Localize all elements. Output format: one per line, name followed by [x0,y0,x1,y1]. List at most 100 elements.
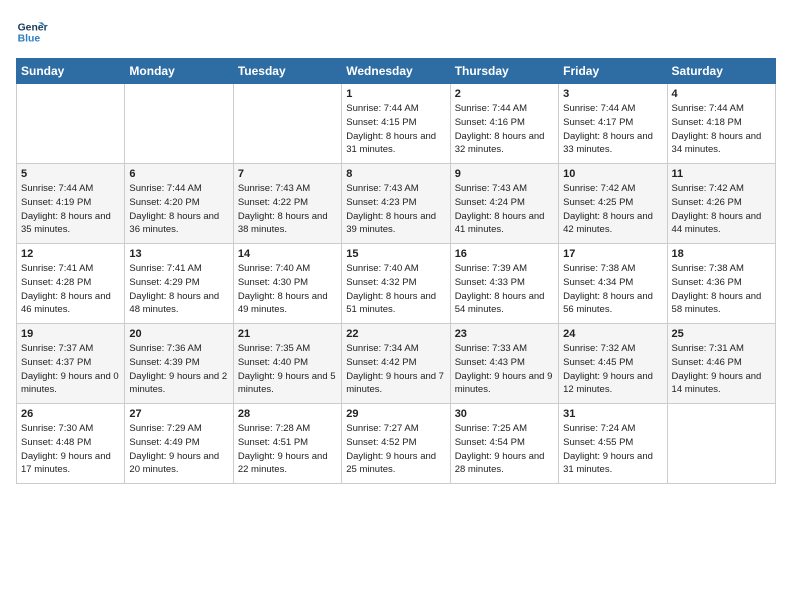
day-number: 6 [129,168,228,180]
day-number: 31 [563,408,662,420]
calendar-cell: 31 Sunrise: 7:24 AMSunset: 4:55 PMDayligh… [559,404,667,484]
day-number: 25 [672,328,771,340]
day-info: Sunrise: 7:44 AMSunset: 4:17 PMDaylight:… [563,102,662,157]
day-number: 28 [238,408,337,420]
day-number: 12 [21,248,120,260]
day-number: 15 [346,248,445,260]
day-number: 19 [21,328,120,340]
calendar-cell: 13 Sunrise: 7:41 AMSunset: 4:29 PMDayligh… [125,244,233,324]
logo-icon: General Blue [16,16,48,48]
calendar-cell: 10 Sunrise: 7:42 AMSunset: 4:25 PMDayligh… [559,164,667,244]
svg-text:Blue: Blue [18,34,41,45]
day-number: 29 [346,408,445,420]
logo: General Blue [16,16,52,48]
day-info: Sunrise: 7:34 AMSunset: 4:42 PMDaylight:… [346,342,445,397]
calendar-cell [17,84,125,164]
day-number: 9 [455,168,554,180]
day-info: Sunrise: 7:40 AMSunset: 4:30 PMDaylight:… [238,262,337,317]
day-info: Sunrise: 7:40 AMSunset: 4:32 PMDaylight:… [346,262,445,317]
calendar-cell: 16 Sunrise: 7:39 AMSunset: 4:33 PMDayligh… [450,244,558,324]
day-of-week-header: Saturday [667,59,775,84]
day-number: 4 [672,88,771,100]
calendar-cell: 7 Sunrise: 7:43 AMSunset: 4:22 PMDaylight… [233,164,341,244]
calendar-cell: 8 Sunrise: 7:43 AMSunset: 4:23 PMDaylight… [342,164,450,244]
day-info: Sunrise: 7:39 AMSunset: 4:33 PMDaylight:… [455,262,554,317]
day-number: 16 [455,248,554,260]
calendar-cell: 18Sunrise: 7:38 AMSunset: 4:36 PMDayligh… [667,244,775,324]
day-number: 21 [238,328,337,340]
day-info: Sunrise: 7:31 AMSunset: 4:46 PMDaylight:… [672,342,771,397]
day-of-week-header: Monday [125,59,233,84]
day-info: Sunrise: 7:41 AMSunset: 4:29 PMDaylight:… [129,262,228,317]
calendar-cell: 23Sunrise: 7:33 AMSunset: 4:43 PMDayligh… [450,324,558,404]
calendar-cell: 6 Sunrise: 7:44 AMSunset: 4:20 PMDaylight… [125,164,233,244]
day-info: Sunrise: 7:41 AMSunset: 4:28 PMDaylight:… [21,262,120,317]
day-info: Sunrise: 7:29 AMSunset: 4:49 PMDaylight:… [129,422,228,477]
day-info: Sunrise: 7:42 AMSunset: 4:26 PMDaylight:… [672,182,771,237]
calendar-cell: 29 Sunrise: 7:27 AMSunset: 4:52 PMDayligh… [342,404,450,484]
day-of-week-header: Sunday [17,59,125,84]
day-info: Sunrise: 7:35 AMSunset: 4:40 PMDaylight:… [238,342,337,397]
day-number: 17 [563,248,662,260]
day-info: Sunrise: 7:27 AMSunset: 4:52 PMDaylight:… [346,422,445,477]
day-number: 1 [346,88,445,100]
day-info: Sunrise: 7:24 AMSunset: 4:55 PMDaylight:… [563,422,662,477]
day-info: Sunrise: 7:44 AMSunset: 4:19 PMDaylight:… [21,182,120,237]
day-of-week-header: Wednesday [342,59,450,84]
day-number: 18 [672,248,771,260]
day-of-week-header: Tuesday [233,59,341,84]
calendar-table: SundayMondayTuesdayWednesdayThursdayFrid… [16,58,776,484]
day-info: Sunrise: 7:42 AMSunset: 4:25 PMDaylight:… [563,182,662,237]
header: General Blue [16,16,776,48]
calendar-cell: 17 Sunrise: 7:38 AMSunset: 4:34 PMDayligh… [559,244,667,324]
calendar-cell [667,404,775,484]
calendar-cell: 5 Sunrise: 7:44 AMSunset: 4:19 PMDaylight… [17,164,125,244]
day-info: Sunrise: 7:43 AMSunset: 4:22 PMDaylight:… [238,182,337,237]
day-info: Sunrise: 7:36 AMSunset: 4:39 PMDaylight:… [129,342,228,397]
day-of-week-header: Thursday [450,59,558,84]
calendar-cell [233,84,341,164]
day-number: 27 [129,408,228,420]
day-number: 22 [346,328,445,340]
calendar-cell: 3 Sunrise: 7:44 AMSunset: 4:17 PMDaylight… [559,84,667,164]
calendar-cell: 30 Sunrise: 7:25 AMSunset: 4:54 PMDayligh… [450,404,558,484]
day-number: 20 [129,328,228,340]
calendar-cell: 20 Sunrise: 7:36 AMSunset: 4:39 PMDayligh… [125,324,233,404]
calendar-cell: 4 Sunrise: 7:44 AMSunset: 4:18 PMDaylight… [667,84,775,164]
day-info: Sunrise: 7:28 AMSunset: 4:51 PMDaylight:… [238,422,337,477]
day-number: 7 [238,168,337,180]
day-number: 8 [346,168,445,180]
calendar-cell: 25 Sunrise: 7:31 AMSunset: 4:46 PMDayligh… [667,324,775,404]
calendar-cell: 1 Sunrise: 7:44 AMSunset: 4:15 PMDaylight… [342,84,450,164]
calendar-cell: 15 Sunrise: 7:40 AMSunset: 4:32 PMDayligh… [342,244,450,324]
day-info: Sunrise: 7:44 AMSunset: 4:18 PMDaylight:… [672,102,771,157]
day-of-week-header: Friday [559,59,667,84]
day-number: 30 [455,408,554,420]
calendar-cell: 21 Sunrise: 7:35 AMSunset: 4:40 PMDayligh… [233,324,341,404]
day-number: 14 [238,248,337,260]
calendar-cell: 24 Sunrise: 7:32 AMSunset: 4:45 PMDayligh… [559,324,667,404]
calendar-cell: 9 Sunrise: 7:43 AMSunset: 4:24 PMDaylight… [450,164,558,244]
day-number: 11 [672,168,771,180]
calendar-cell: 11 Sunrise: 7:42 AMSunset: 4:26 PMDayligh… [667,164,775,244]
day-number: 13 [129,248,228,260]
calendar-cell: 2Sunrise: 7:44 AMSunset: 4:16 PMDaylight… [450,84,558,164]
calendar-cell: 26Sunrise: 7:30 AMSunset: 4:48 PMDayligh… [17,404,125,484]
day-info: Sunrise: 7:32 AMSunset: 4:45 PMDaylight:… [563,342,662,397]
day-info: Sunrise: 7:43 AMSunset: 4:23 PMDaylight:… [346,182,445,237]
day-info: Sunrise: 7:43 AMSunset: 4:24 PMDaylight:… [455,182,554,237]
calendar-cell: 28 Sunrise: 7:28 AMSunset: 4:51 PMDayligh… [233,404,341,484]
day-number: 24 [563,328,662,340]
day-info: Sunrise: 7:25 AMSunset: 4:54 PMDaylight:… [455,422,554,477]
calendar-cell: 22 Sunrise: 7:34 AMSunset: 4:42 PMDayligh… [342,324,450,404]
day-number: 3 [563,88,662,100]
day-info: Sunrise: 7:30 AMSunset: 4:48 PMDaylight:… [21,422,120,477]
day-number: 10 [563,168,662,180]
day-number: 5 [21,168,120,180]
day-info: Sunrise: 7:44 AMSunset: 4:15 PMDaylight:… [346,102,445,157]
day-info: Sunrise: 7:44 AMSunset: 4:20 PMDaylight:… [129,182,228,237]
calendar-cell: 19Sunrise: 7:37 AMSunset: 4:37 PMDayligh… [17,324,125,404]
day-info: Sunrise: 7:38 AMSunset: 4:34 PMDaylight:… [563,262,662,317]
calendar-cell: 14 Sunrise: 7:40 AMSunset: 4:30 PMDayligh… [233,244,341,324]
day-number: 2 [455,88,554,100]
